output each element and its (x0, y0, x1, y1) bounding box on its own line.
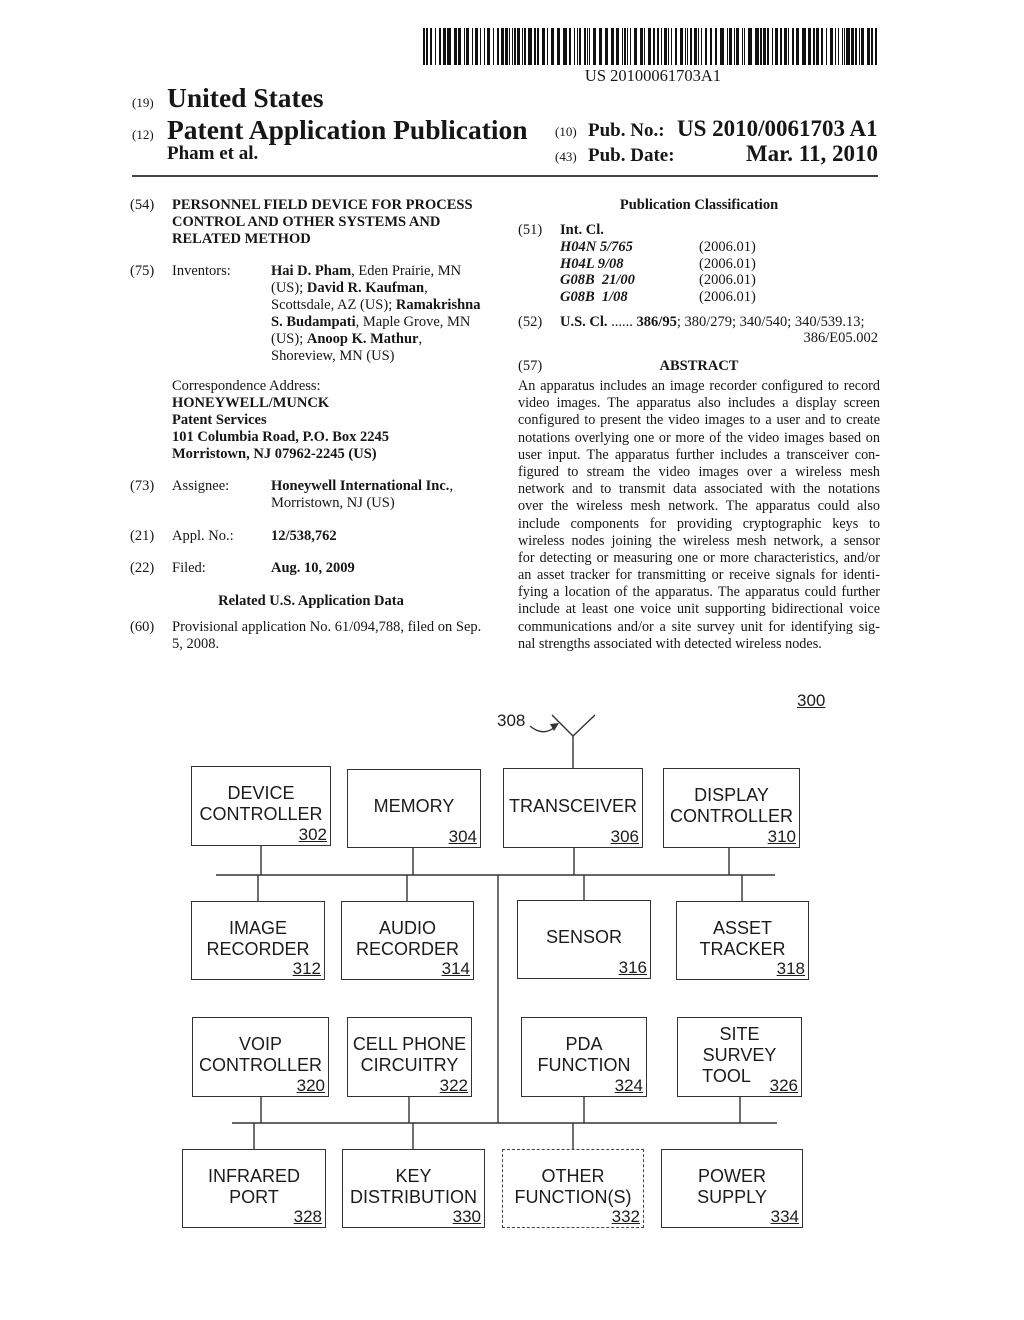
component-ref-number: 304 (448, 827, 477, 846)
component-label: OTHER (541, 1165, 605, 1186)
component-label: ASSET (712, 917, 773, 938)
component-display-controller: DISPLAY CONTROLLER 310 (663, 768, 800, 848)
component-label: TOOL (702, 1065, 751, 1086)
component-label: DISPLAY (694, 785, 769, 805)
component-ref-number: 326 (769, 1076, 798, 1095)
component-ref-number: 310 (767, 827, 796, 846)
component-site-survey-tool: SITE SURVEY TOOL 326 (677, 1017, 802, 1097)
component-ref-number: 306 (610, 827, 639, 846)
component-label: KEY (395, 1165, 432, 1186)
component-image-recorder: IMAGE RECORDER 312 (191, 901, 325, 980)
component-label: MEMORY (373, 796, 455, 816)
component-asset-tracker: ASSET TRACKER 318 (676, 901, 809, 980)
component-label: PORT (229, 1186, 279, 1207)
component-voip-controller: VOIP CONTROLLER 320 (192, 1017, 329, 1097)
component-label: POWER (697, 1165, 766, 1186)
component-device-controller: DEVICE CONTROLLER 302 (191, 766, 331, 846)
component-ref-number: 320 (296, 1076, 325, 1095)
component-cell-phone-circuitry: CELL PHONE CIRCUITRY 322 (347, 1017, 472, 1097)
component-ref-number: 316 (618, 958, 647, 977)
component-label: CONTROLLER (669, 806, 794, 826)
component-label: SENSOR (545, 927, 623, 947)
component-ref-number: 328 (293, 1207, 322, 1226)
component-ref-number: 312 (292, 959, 321, 978)
component-label: CONTROLLER (198, 1055, 323, 1075)
component-ref-number: 332 (611, 1207, 640, 1226)
leader-arrow (529, 725, 556, 733)
component-label: DEVICE (227, 783, 295, 803)
component-label: RECORDER (206, 938, 310, 959)
component-pda-function: PDA FUNCTION 324 (521, 1017, 647, 1097)
component-ref-number: 330 (452, 1207, 481, 1226)
component-label: TRANSCEIVER (508, 795, 638, 816)
component-label: CELL PHONE (352, 1034, 467, 1054)
component-label: SITE (719, 1023, 760, 1044)
component-label: CONTROLLER (199, 804, 323, 824)
component-ref-number: 302 (298, 825, 327, 844)
component-label: AUDIO (378, 917, 436, 938)
component-other-functions: OTHER FUNCTION(S) 332 (502, 1149, 644, 1228)
component-label: RECORDER (355, 938, 459, 959)
component-ref-number: 314 (441, 959, 470, 978)
component-label: CIRCUITRY (360, 1055, 459, 1075)
component-label: TRACKER (699, 938, 786, 959)
component-memory: MEMORY 304 (347, 769, 481, 848)
component-label: FUNCTION(S) (514, 1186, 632, 1207)
component-label: VOIP (238, 1034, 282, 1054)
component-transceiver: TRANSCEIVER 306 (503, 768, 643, 848)
component-ref-number: 322 (439, 1076, 468, 1095)
component-power-supply: POWER SUPPLY 334 (661, 1149, 803, 1228)
component-sensor: SENSOR 316 (517, 900, 651, 979)
antenna-icon (551, 714, 596, 737)
component-audio-recorder: AUDIO RECORDER 314 (341, 901, 474, 980)
component-label: PDA (565, 1034, 603, 1054)
figure-connections (216, 714, 777, 1149)
component-label: INFRARED (207, 1165, 300, 1186)
component-label: DISTRIBUTION (349, 1186, 477, 1207)
component-label: SUPPLY (697, 1186, 767, 1207)
figure-ref-number: 300 (797, 691, 826, 710)
component-key-distribution: KEY DISTRIBUTION 330 (342, 1149, 485, 1228)
component-label: SURVEY (702, 1044, 777, 1065)
component-label: FUNCTION (537, 1055, 631, 1075)
component-ref-number: 318 (776, 959, 805, 978)
component-ref-number: 324 (614, 1076, 643, 1095)
antenna-ref-number: 308 (497, 711, 526, 730)
component-infrared-port: INFRARED PORT 328 (182, 1149, 326, 1228)
component-label: IMAGE (228, 917, 287, 938)
component-ref-number: 334 (770, 1207, 799, 1226)
